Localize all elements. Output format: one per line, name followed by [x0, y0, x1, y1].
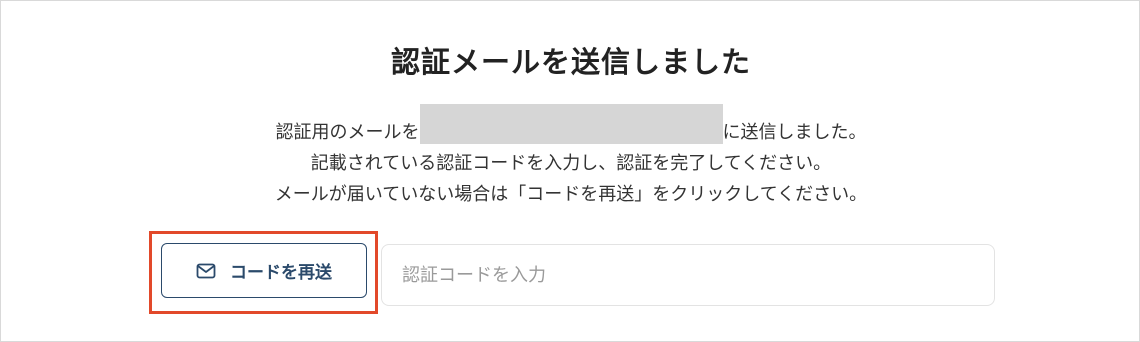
page-title: 認証メールを送信しました: [390, 45, 751, 79]
verification-panel: 認証メールを送信しました 認証用のメールを に送信しました。 記載されている認証コ…: [0, 0, 1140, 342]
instruction-line-1-suffix: に送信しました。: [722, 122, 867, 143]
resend-button-label: コードを再送: [230, 263, 332, 283]
instruction-line-1-prefix: 認証用のメールを: [275, 122, 420, 143]
instruction-line-3: メールが届いていない場合は「コードを再送」をクリックしてください。: [274, 184, 868, 205]
instruction-line-1: 認証用のメールを に送信しました。: [1, 104, 1140, 148]
mail-icon: [196, 263, 216, 279]
instructions: 認証用のメールを に送信しました。 記載されている認証コードを入力し、認証を完了し…: [1, 104, 1140, 210]
redacted-email: [419, 104, 723, 144]
resend-code-button[interactable]: コードを再送: [161, 243, 367, 298]
instruction-line-2: 記載されている認証コードを入力し、認証を完了してください。: [310, 153, 832, 174]
verification-code-input[interactable]: [381, 244, 995, 306]
